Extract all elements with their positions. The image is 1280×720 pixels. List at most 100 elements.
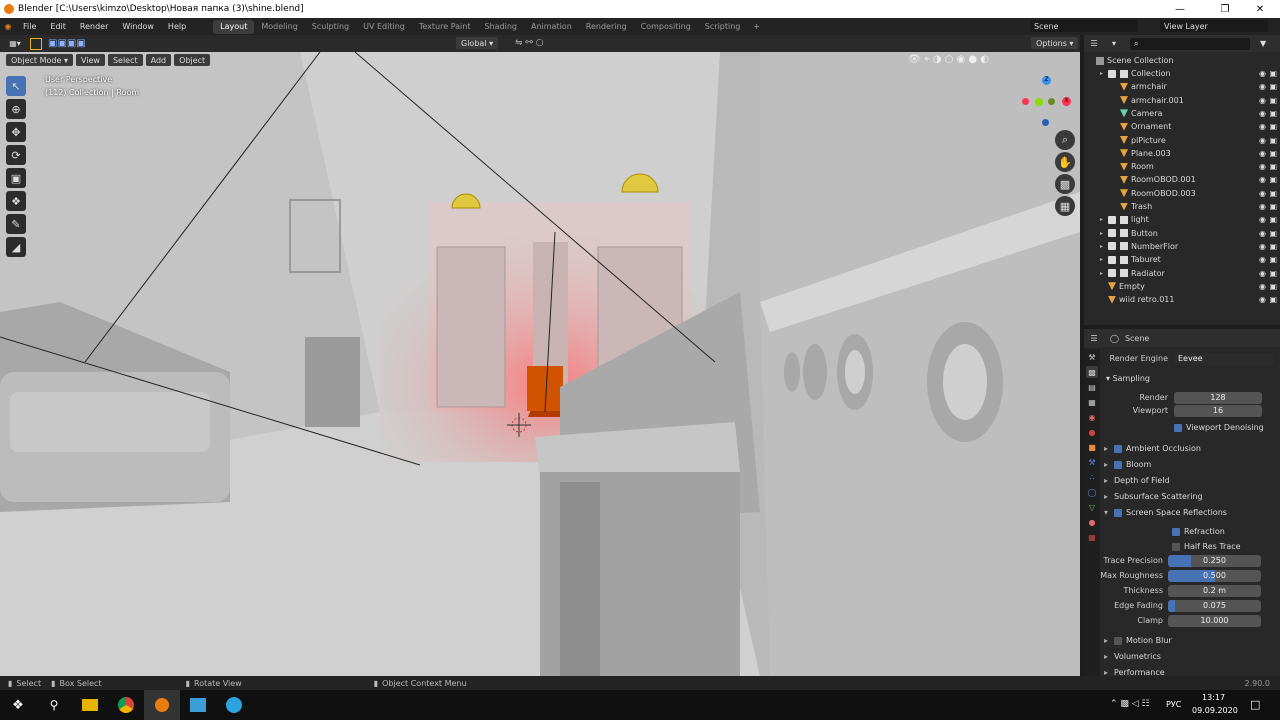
texture-tab-icon[interactable]: ▦ [1086,531,1098,543]
scene-selector[interactable]: Scene [1030,20,1138,32]
disclosure-icon[interactable]: ▸ [1100,270,1108,277]
render-tab-icon[interactable]: ▩ [1086,366,1098,378]
render-camera-icon[interactable]: ▣ [1269,282,1277,291]
filter-icon[interactable]: ▼ [1260,39,1266,48]
outliner-item[interactable]: Room ◉ ▣ [1084,160,1280,173]
gizmo-neg-z[interactable] [1042,119,1049,126]
workspace-tab-layout[interactable]: Layout [213,19,255,34]
disclosure-icon[interactable]: ▸ [1100,256,1108,263]
menu-help[interactable]: Help [161,22,193,31]
half-res-trace-checkbox[interactable] [1172,542,1180,551]
outliner-item[interactable]: ▸ Taburet ◉ ▣ [1084,253,1280,266]
disclosure-icon[interactable]: ▸ [1104,460,1114,469]
minimize-icon[interactable]: — [1160,0,1200,18]
panel-enable-checkbox[interactable] [1114,460,1122,469]
3d-viewport[interactable] [0,52,1080,676]
outliner-item[interactable]: Trash ◉ ▣ [1084,200,1280,213]
viewport-denoising-checkbox[interactable] [1174,423,1182,432]
language-indicator[interactable]: РУС [1166,700,1181,709]
viewport-menu-select[interactable]: Select [107,54,143,66]
visibility-eye-icon[interactable]: ◉ [1259,82,1266,91]
navigation-gizmo[interactable]: Z X [1022,74,1074,130]
exclude-checkbox[interactable] [1108,242,1116,251]
add-workspace-icon[interactable]: + [753,22,760,31]
outliner-item[interactable]: ▸ Button ◉ ▣ [1084,227,1280,240]
select-mode-icon[interactable] [30,37,42,50]
gizmo-neg-y[interactable] [1048,98,1055,105]
viewport-shading-icons[interactable]: 👁 ⌖ ◑ ○ ◉ ● ◐ [908,54,989,65]
move-tool-icon[interactable]: ✥ [6,122,26,142]
visibility-eye-icon[interactable]: ◉ [1259,122,1266,131]
display-mode-icon[interactable]: ▾ [1104,39,1124,48]
disclosure-icon[interactable]: ▸ [1104,444,1114,453]
workspace-tab-animation[interactable]: Animation [524,20,579,34]
menu-window[interactable]: Window [115,22,161,31]
visibility-eye-icon[interactable]: ◉ [1259,295,1266,304]
render-camera-icon[interactable]: ▣ [1269,149,1277,158]
zoom-icon[interactable]: ⌕ [1055,130,1075,150]
max-roughness-slider[interactable]: 0.500 [1168,569,1261,582]
panel-header-depth-of-field[interactable]: ▸ Depth of Field [1100,474,1280,487]
panel-header-screen-space-reflections[interactable]: ▾ Screen Space Reflections [1100,506,1280,519]
grid-view-icon[interactable]: ▦ [1055,196,1075,216]
view-layer-tab-icon[interactable]: ▦ [1086,396,1098,408]
clock-time[interactable]: 13:17 [1202,693,1225,702]
options-dropdown[interactable]: Options ▾ [1031,37,1079,49]
outliner-item[interactable]: ▸ Radiator ◉ ▣ [1084,267,1280,280]
exclude-checkbox[interactable] [1108,69,1116,78]
cursor-tool-icon[interactable]: ⊕ [6,99,26,119]
refraction-checkbox[interactable] [1172,527,1180,536]
render-camera-icon[interactable]: ▣ [1269,69,1277,78]
render-camera-icon[interactable]: ▣ [1269,162,1277,171]
outliner-item[interactable]: ▸ Collection ◉ ▣ [1084,67,1280,80]
half-res-trace-row[interactable]: Half Res Trace [1100,540,1280,553]
exclude-checkbox[interactable] [1108,215,1116,224]
menu-render[interactable]: Render [73,22,115,31]
workspace-tab-shading[interactable]: Shading [477,20,524,34]
scene-collection-row[interactable]: Scene Collection [1084,54,1280,67]
disclosure-icon[interactable]: ▸ [1104,652,1114,661]
mode-dropdown[interactable]: Object Mode ▾ [6,54,73,66]
selection-modes-icon[interactable]: ▣▣▣▣ [48,38,86,49]
exclude-checkbox[interactable] [1108,229,1116,238]
outliner-item[interactable]: Plane.003 ◉ ▣ [1084,147,1280,160]
tool-tab-icon[interactable]: ⚒ [1086,351,1098,363]
panel-header-volumetrics[interactable]: ▸ Volumetrics [1100,650,1280,663]
pan-hand-icon[interactable]: ✋ [1055,152,1075,172]
workspace-tab-modeling[interactable]: Modeling [254,20,304,34]
disclosure-icon[interactable]: ▸ [1100,243,1108,250]
scene-props-tab-icon[interactable]: ◉ [1086,411,1098,423]
render-camera-icon[interactable]: ▣ [1269,136,1277,145]
disclosure-icon[interactable]: ▸ [1100,230,1108,237]
render-camera-icon[interactable]: ▣ [1269,202,1277,211]
scale-tool-icon[interactable]: ▣ [6,168,26,188]
photos-icon[interactable] [180,690,216,720]
viewport-samples-field[interactable]: 16 [1174,404,1262,417]
disclosure-icon[interactable]: ▸ [1100,216,1108,223]
properties-editor-icon[interactable]: ☰ [1084,334,1104,343]
render-camera-icon[interactable]: ▣ [1269,242,1277,251]
outliner-item[interactable]: wiid retro.011 ◉ ▣ [1084,293,1280,306]
transform-orientation-dropdown[interactable]: Global ▾ [456,37,499,49]
object-tab-icon[interactable]: ■ [1086,441,1098,453]
workspace-tab-texture-paint[interactable]: Texture Paint [412,20,478,34]
gizmo-x-axis[interactable]: X [1062,97,1071,106]
menu-file[interactable]: File [16,22,43,31]
render-camera-icon[interactable]: ▣ [1269,269,1277,278]
disclosure-icon[interactable]: ▸ [1104,492,1114,501]
transform-tool-icon[interactable]: ❖ [6,191,26,211]
render-camera-icon[interactable]: ▣ [1269,255,1277,264]
clock-date[interactable]: 09.09.2020 [1192,706,1238,715]
panel-header-bloom[interactable]: ▸ Bloom [1100,458,1280,471]
visibility-eye-icon[interactable]: ◉ [1259,229,1266,238]
outliner-editor-icon[interactable]: ☰ [1084,39,1104,48]
trace-precision-slider[interactable]: 0.250 [1168,554,1261,567]
file-explorer-icon[interactable] [72,690,108,720]
menu-edit[interactable]: Edit [43,22,73,31]
outliner-item[interactable]: ▸ NumberFlor ◉ ▣ [1084,240,1280,253]
render-camera-icon[interactable]: ▣ [1269,96,1277,105]
rotate-tool-icon[interactable]: ⟳ [6,145,26,165]
panel-enable-checkbox[interactable] [1114,636,1122,645]
editor-type-icon[interactable]: ▦▾ [0,39,30,48]
search-icon[interactable]: ⚲ [36,690,72,720]
